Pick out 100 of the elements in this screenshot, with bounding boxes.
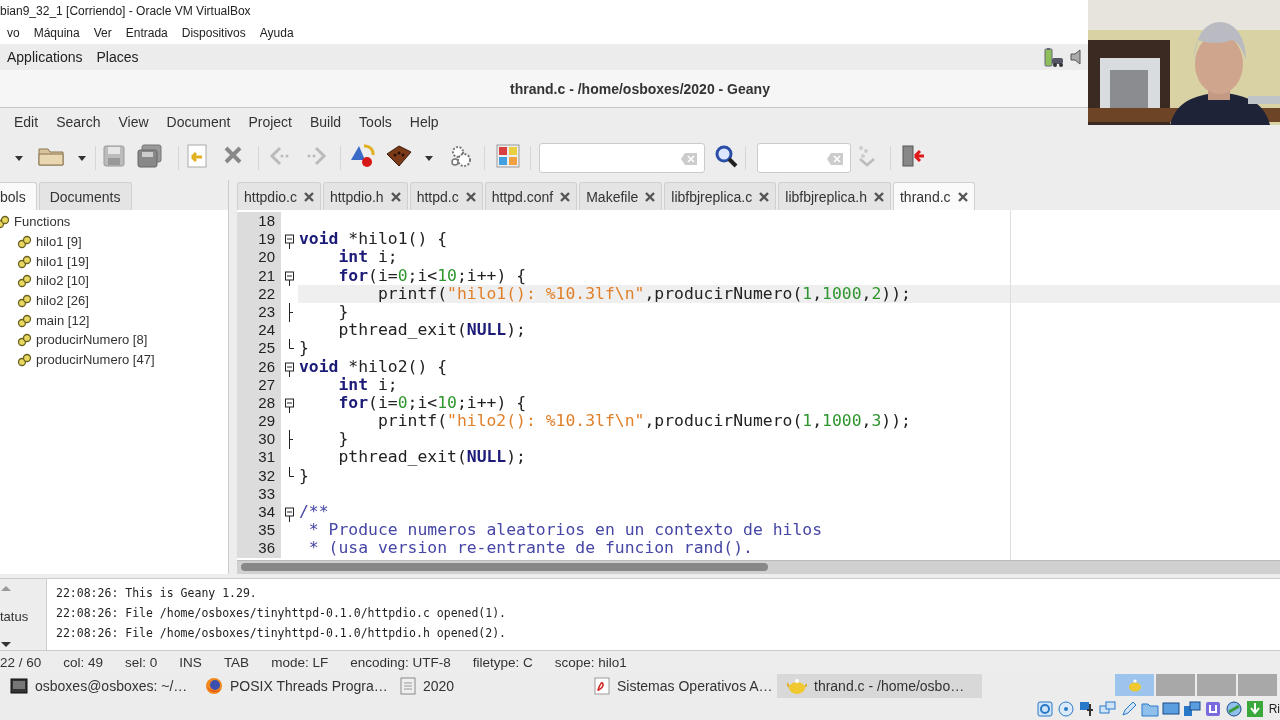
tree-item[interactable]: producirNumero [8] [36, 332, 148, 348]
taskbar-item[interactable]: POSIX Threads Progra… [195, 674, 390, 698]
collapse-icon[interactable] [285, 507, 294, 522]
taskbar-item[interactable]: thrand.c - /home/osbo… [777, 674, 982, 698]
down-arrow-icon[interactable] [0, 641, 12, 648]
tree-item[interactable]: hilo2 [10] [36, 273, 89, 289]
chain-icon [17, 312, 32, 328]
close-icon[interactable] [222, 144, 244, 166]
taskbar-item[interactable]: 2020 [390, 674, 584, 698]
workspace-tile[interactable] [1197, 674, 1236, 696]
folder-icon[interactable] [1140, 700, 1159, 718]
collapse-icon[interactable] [285, 271, 294, 286]
tree-item[interactable]: hilo2 [26] [36, 293, 89, 309]
menu-item[interactable]: Applications [0, 49, 90, 65]
message-line: 22:08:26: File /home/osboxes/tinyhttpd-0.1.0/httpdio.c opened(1). [56, 605, 508, 622]
file-tab[interactable]: libfbjreplica.h [778, 182, 891, 210]
file-tab[interactable]: httpd.c [409, 182, 483, 210]
menu-item[interactable]: Help [400, 112, 448, 132]
tree-group[interactable]: Functions [14, 214, 71, 230]
caret-icon[interactable] [77, 155, 87, 162]
gears-icon[interactable] [449, 144, 473, 168]
caret-icon[interactable] [14, 155, 24, 162]
speaker-icon[interactable] [1070, 48, 1084, 66]
menu-item[interactable]: View [109, 112, 158, 132]
menu-item[interactable]: Search [47, 112, 110, 132]
file-tab[interactable]: Makefile [579, 182, 663, 210]
file-tab[interactable]: libfbjreplica.c [664, 182, 777, 210]
tree-item[interactable]: hilo1 [9] [36, 234, 82, 250]
menu-item[interactable]: Tools [350, 112, 401, 132]
message-tab[interactable]: tatus [0, 609, 29, 624]
menu-item[interactable]: Document [157, 112, 240, 132]
line-number: 18 [237, 212, 281, 231]
menu-item[interactable]: Build [300, 112, 351, 132]
chain-icon [17, 253, 32, 269]
windows-icon[interactable] [1182, 700, 1201, 718]
sidebar-tab[interactable]: Documents [38, 182, 132, 210]
menu-item[interactable]: vo [0, 24, 27, 42]
line-number: 20 [237, 248, 281, 267]
collapse-icon[interactable] [285, 398, 294, 413]
menu-item[interactable]: Entrada [118, 24, 175, 42]
close-icon[interactable] [465, 191, 476, 202]
sidebar-tab[interactable]: bols [0, 182, 37, 210]
line-number: 34 [237, 503, 281, 522]
line-number: 35 [237, 521, 281, 540]
file-tab[interactable]: httpdio.h [322, 182, 408, 210]
close-icon[interactable] [645, 191, 656, 202]
collapse-icon[interactable] [285, 362, 294, 377]
floppy-disks-icon[interactable] [137, 144, 163, 168]
collapse-icon[interactable] [285, 234, 294, 250]
close-icon[interactable] [390, 191, 401, 202]
close-icon[interactable] [874, 191, 884, 202]
battery-icon[interactable] [1042, 48, 1064, 68]
menu-item[interactable]: Ayuda [252, 24, 301, 42]
scrollbar[interactable] [237, 560, 1280, 574]
brick-icon[interactable] [386, 144, 412, 168]
search-icon[interactable] [714, 144, 738, 168]
status-field: encoding: UTF-8 [350, 655, 451, 670]
message-line: 22:08:26: This is Geany 1.29. [56, 585, 258, 602]
network-icon[interactable] [1077, 700, 1096, 718]
close-icon[interactable] [560, 191, 571, 202]
chain-icon [17, 234, 32, 250]
message-line: 22:08:26: File /home/osboxes/tinyhttpd-0.1.0/httpdio.h opened(2). [56, 625, 508, 642]
globe-icon[interactable] [1224, 700, 1243, 718]
download-icon[interactable] [1245, 700, 1264, 718]
taskbar-item[interactable]: osboxes@osboxes: ~/… [0, 674, 195, 698]
up-arrow-icon[interactable] [0, 585, 12, 592]
close-icon[interactable] [303, 191, 314, 202]
goto-line-field[interactable] [757, 143, 851, 173]
menu-item[interactable]: Máquina [26, 24, 87, 42]
workspace-tile[interactable] [1115, 674, 1154, 696]
pencil-icon[interactable] [1119, 700, 1138, 718]
fold-line [289, 339, 295, 350]
color-grid-icon[interactable] [496, 144, 520, 168]
menu-item[interactable]: Project [239, 112, 301, 132]
tree-item[interactable]: hilo1 [19] [36, 253, 89, 269]
taskbar-item[interactable]: Sistemas Operativos A… [584, 674, 777, 698]
tree-item[interactable]: main [12] [36, 312, 90, 328]
file-tab[interactable]: httpd.conf [484, 182, 578, 210]
status-field: mode: LF [271, 655, 329, 670]
pyramid-icon[interactable] [350, 143, 376, 169]
chip-icon[interactable] [1203, 700, 1222, 718]
file-tab[interactable]: httpdio.c [237, 182, 321, 210]
menu-item[interactable]: Places [89, 49, 146, 65]
menu-item[interactable]: Dispositivos [174, 24, 253, 42]
close-icon[interactable] [759, 191, 770, 202]
close-icon[interactable] [957, 191, 968, 202]
line-number: 24 [237, 321, 281, 340]
search-field[interactable] [539, 143, 705, 173]
exit-door-icon[interactable] [900, 144, 926, 168]
workspace-tile[interactable] [1156, 674, 1195, 696]
caret-icon[interactable] [424, 155, 434, 162]
display-icon[interactable] [1161, 700, 1180, 718]
menu-item[interactable]: Ver [86, 24, 119, 42]
file-tab[interactable]: thrand.c [893, 182, 975, 210]
workspace-tile[interactable] [1238, 674, 1277, 696]
menu-item[interactable]: Edit [5, 112, 48, 132]
scrollbar-thumb[interactable] [241, 563, 768, 572]
lamp-icon [1126, 678, 1143, 692]
tree-item[interactable]: producirNumero [47] [36, 352, 155, 368]
chain-icon [17, 273, 32, 289]
